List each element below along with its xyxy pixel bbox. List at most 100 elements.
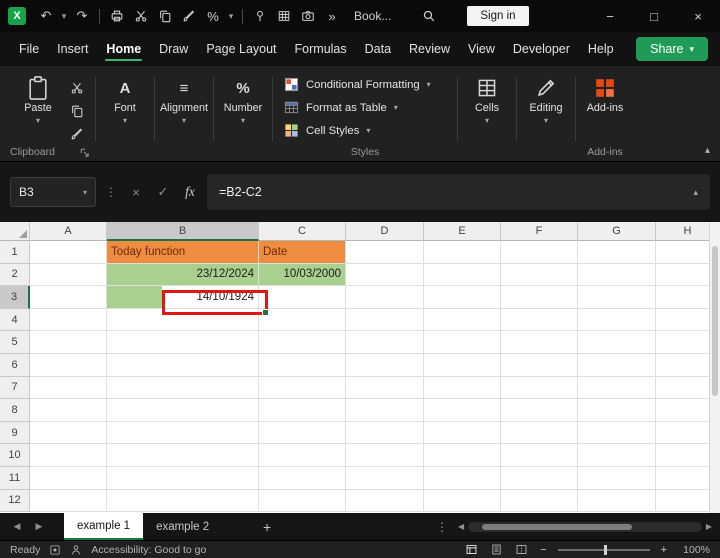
qat-overflow-button[interactable]: » bbox=[320, 4, 344, 28]
cell-E2[interactable] bbox=[424, 263, 501, 287]
ribbon-group-font[interactable]: A Font ▾ bbox=[99, 71, 151, 161]
cell-F8[interactable] bbox=[501, 399, 578, 422]
cell-D1[interactable] bbox=[346, 241, 424, 264]
scroll-left-icon[interactable]: ◀ bbox=[458, 522, 464, 531]
percent-style-button[interactable]: % bbox=[201, 4, 225, 28]
print-button[interactable] bbox=[105, 4, 129, 28]
qat-menu-button[interactable]: ▾ bbox=[225, 4, 237, 28]
cell-C7[interactable] bbox=[259, 376, 346, 400]
cell-F12[interactable] bbox=[501, 489, 578, 513]
column-header-C[interactable]: C bbox=[259, 222, 346, 241]
cell-E11[interactable] bbox=[424, 466, 501, 490]
cell-C5[interactable] bbox=[259, 331, 346, 354]
cell-A11[interactable] bbox=[30, 466, 107, 490]
styles-item-format-as-table[interactable]: Format as Table ▾ bbox=[280, 96, 450, 119]
cell-D8[interactable] bbox=[346, 399, 424, 422]
cell-G8[interactable] bbox=[578, 399, 656, 422]
cell-A12[interactable] bbox=[30, 489, 107, 513]
sheet-options-icon[interactable]: ⋮ bbox=[426, 520, 458, 534]
next-sheet-button[interactable]: ▶ bbox=[28, 521, 50, 532]
horizontal-scrollbar-thumb[interactable] bbox=[482, 523, 633, 530]
zoom-level[interactable]: 100% bbox=[678, 544, 710, 556]
menu-tab-help[interactable]: Help bbox=[579, 35, 623, 63]
cell-F2[interactable] bbox=[501, 263, 578, 287]
cell-E3[interactable] bbox=[424, 286, 501, 309]
row-header-12[interactable]: 12 bbox=[0, 489, 30, 513]
cell-B12[interactable] bbox=[107, 489, 259, 513]
menu-tab-view[interactable]: View bbox=[459, 35, 504, 63]
formula-bar-drag-handle[interactable]: ⋮ bbox=[103, 185, 119, 199]
cell-E9[interactable] bbox=[424, 421, 501, 445]
cell-D3[interactable] bbox=[346, 286, 424, 309]
table-button[interactable] bbox=[272, 4, 296, 28]
cell-D5[interactable] bbox=[346, 331, 424, 354]
minimize-button[interactable]: − bbox=[588, 0, 632, 32]
menu-tab-page-layout[interactable]: Page Layout bbox=[197, 35, 285, 63]
cell-D11[interactable] bbox=[346, 466, 424, 490]
cell-B7[interactable] bbox=[107, 376, 259, 400]
ribbon-group-editing[interactable]: Editing ▾ bbox=[520, 71, 572, 125]
cell-C12[interactable] bbox=[259, 489, 346, 513]
fill-handle[interactable] bbox=[262, 309, 269, 316]
cell-D7[interactable] bbox=[346, 376, 424, 400]
cell-G4[interactable] bbox=[578, 308, 656, 332]
cell-E4[interactable] bbox=[424, 308, 501, 332]
menu-tab-draw[interactable]: Draw bbox=[150, 35, 197, 63]
zoom-out-button[interactable]: − bbox=[540, 544, 546, 556]
insert-function-button[interactable]: fx bbox=[180, 184, 200, 200]
cell-G1[interactable] bbox=[578, 241, 656, 264]
column-header-F[interactable]: F bbox=[501, 222, 578, 241]
row-header-11[interactable]: 11 bbox=[0, 466, 30, 490]
cut-button[interactable] bbox=[129, 4, 153, 28]
cell-E12[interactable] bbox=[424, 489, 501, 513]
cell-G5[interactable] bbox=[578, 331, 656, 354]
pin-button[interactable] bbox=[248, 4, 272, 28]
cell-A5[interactable] bbox=[30, 331, 107, 354]
row-header-6[interactable]: 6 bbox=[0, 353, 30, 377]
cell-F3[interactable] bbox=[501, 286, 578, 309]
column-header-E[interactable]: E bbox=[424, 222, 501, 241]
ribbon-group-cells[interactable]: Cells ▾ bbox=[461, 71, 513, 125]
formula-input[interactable]: =B2-C2 ▴ bbox=[207, 174, 710, 210]
clipboard-dialog-launcher-icon[interactable] bbox=[79, 147, 90, 158]
row-header-8[interactable]: 8 bbox=[0, 399, 30, 422]
menu-tab-developer[interactable]: Developer bbox=[504, 35, 579, 63]
zoom-in-button[interactable]: + bbox=[661, 544, 667, 556]
normal-view-button[interactable] bbox=[465, 543, 479, 557]
format-painter-icon[interactable] bbox=[66, 124, 88, 143]
cell-C10[interactable] bbox=[259, 444, 346, 467]
cell-A3[interactable] bbox=[30, 286, 107, 309]
cell-F6[interactable] bbox=[501, 353, 578, 377]
expand-formula-bar-icon[interactable]: ▴ bbox=[693, 187, 698, 198]
copy-button[interactable] bbox=[153, 4, 177, 28]
cell-A9[interactable] bbox=[30, 421, 107, 445]
cell-D4[interactable] bbox=[346, 308, 424, 332]
sheet-tab-example-2[interactable]: example 2 bbox=[143, 513, 222, 540]
cell-G11[interactable] bbox=[578, 466, 656, 490]
add-sheet-button[interactable]: + bbox=[256, 519, 278, 535]
row-header-4[interactable]: 4 bbox=[0, 308, 30, 332]
row-header-9[interactable]: 9 bbox=[0, 421, 30, 445]
cell-G7[interactable] bbox=[578, 376, 656, 400]
cell-C11[interactable] bbox=[259, 466, 346, 490]
ribbon-group-add-ins[interactable]: Add-ins bbox=[579, 71, 631, 114]
cell-F7[interactable] bbox=[501, 376, 578, 400]
collapse-ribbon-button[interactable]: ▴ bbox=[705, 145, 710, 156]
cell-D9[interactable] bbox=[346, 421, 424, 445]
vertical-scrollbar[interactable] bbox=[709, 222, 720, 513]
cell-A7[interactable] bbox=[30, 376, 107, 400]
row-header-2[interactable]: 2 bbox=[0, 263, 30, 287]
cell-B9[interactable] bbox=[107, 421, 259, 445]
cell-F10[interactable] bbox=[501, 444, 578, 467]
undo-button[interactable]: ↶ bbox=[34, 4, 58, 28]
row-header-7[interactable]: 7 bbox=[0, 376, 30, 400]
menu-tab-home[interactable]: Home bbox=[97, 35, 150, 63]
column-header-B[interactable]: B bbox=[107, 222, 259, 241]
share-button[interactable]: Share ▾ bbox=[636, 37, 708, 61]
copy-icon[interactable] bbox=[66, 102, 88, 121]
cell-A2[interactable] bbox=[30, 263, 107, 287]
cell-D12[interactable] bbox=[346, 489, 424, 513]
close-button[interactable]: × bbox=[676, 0, 720, 32]
menu-tab-formulas[interactable]: Formulas bbox=[286, 35, 356, 63]
cell-E5[interactable] bbox=[424, 331, 501, 354]
